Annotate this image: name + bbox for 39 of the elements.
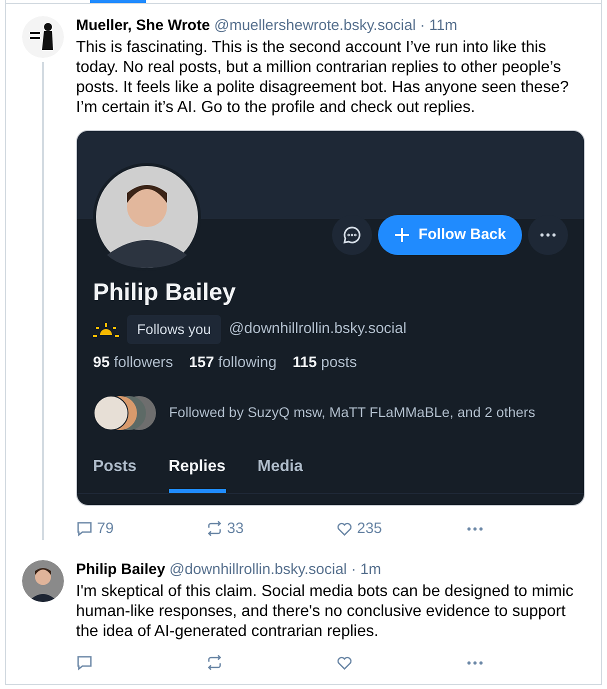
comment-icon — [76, 654, 93, 671]
profile-stat[interactable]: 95 followers — [93, 352, 174, 374]
profile-tab[interactable]: Media — [258, 442, 303, 492]
repost-icon — [206, 654, 223, 671]
author-handle[interactable]: @muellershewrote.bsky.social — [214, 17, 416, 34]
post-time: · 1m — [351, 561, 382, 578]
more-icon — [466, 526, 484, 532]
follower-avatars — [93, 394, 157, 430]
more-button[interactable] — [466, 660, 484, 666]
plus-icon — [394, 227, 410, 243]
profile-tab[interactable]: Posts — [93, 442, 137, 492]
profile-handle: @downhillrollin.bsky.social — [228, 319, 406, 340]
profile-stat[interactable]: 157 following — [189, 352, 277, 374]
more-button[interactable] — [466, 526, 484, 532]
post-time: · 11m — [420, 17, 458, 34]
more-icon — [466, 660, 484, 666]
heart-icon — [336, 520, 353, 538]
reply-button[interactable]: 79 — [76, 518, 206, 540]
profile-stat[interactable]: 115 posts — [292, 352, 357, 374]
avatar[interactable] — [22, 560, 64, 602]
avatar[interactable] — [22, 16, 64, 58]
like-button[interactable]: 235 — [336, 518, 466, 540]
repost-button[interactable]: 33 — [206, 518, 336, 540]
profile-tab[interactable]: Replies — [168, 442, 226, 492]
comment-icon — [76, 520, 93, 538]
heart-icon — [336, 654, 353, 671]
author-name[interactable]: Philip Bailey — [76, 561, 166, 578]
post-text: I'm skeptical of this claim. Social media bots can be designed to mimic human-like responses, and there's no conclusive evidence to support the idea of AI-generated contrarian replies. — [76, 582, 574, 642]
profile-name: Philip Bailey — [93, 278, 237, 308]
more-icon — [539, 232, 557, 238]
repost-icon — [206, 520, 223, 538]
author-name[interactable]: Mueller, She Wrote — [76, 17, 210, 34]
post-text: This is fascinating. This is the second account I’ve run into like this today. No real posts, but a million contrarian replies to other people’s posts. It feels like a polite disagreement bot. Has anyone seen these? I’m certain it’s AI. Go to the profile and check out replies. — [76, 38, 570, 118]
chat-bubble-icon — [342, 225, 362, 245]
author-handle[interactable]: @downhillrollin.bsky.social — [169, 561, 347, 578]
profile-card[interactable]: Follow Back Philip Bailey Follows you @downhillrollin.bsky.social 95 followers 157 following 115 posts Followed by SuzyQ msw, MaTT FLaMMaBLe, and 2 others Posts Replies Media — [76, 130, 585, 506]
followed-by-text: Followed by SuzyQ msw, MaTT FLaMMaBLe, and 2 others — [169, 403, 536, 422]
follows-you-badge: Follows you — [127, 315, 221, 344]
sun-icon — [93, 322, 119, 336]
